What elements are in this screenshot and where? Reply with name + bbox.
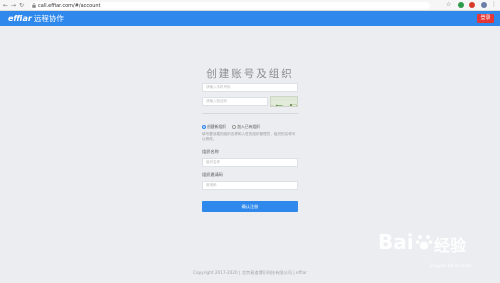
shield-extension-icon[interactable] bbox=[458, 2, 464, 8]
forward-icon[interactable]: → bbox=[11, 1, 16, 10]
radio-create-org[interactable]: 创建新组织 bbox=[202, 124, 226, 130]
back-icon[interactable]: ← bbox=[3, 1, 8, 10]
phone-input[interactable]: 请输入手机号码 bbox=[202, 83, 298, 92]
invite-code-label: 组织邀请码 bbox=[202, 172, 223, 177]
login-button[interactable]: 登录 bbox=[477, 13, 494, 23]
invite-code-placeholder: 邀请码 bbox=[206, 183, 217, 187]
profile-avatar-icon[interactable] bbox=[481, 2, 487, 8]
address-bar[interactable]: call.effiar.com/#/account bbox=[30, 1, 430, 10]
form-description: 填写要创建的组织名称和入驻的组织管理员，组织的名称可以修改。 bbox=[202, 132, 296, 142]
page-title: 创建账号及组织 bbox=[206, 68, 294, 80]
watermark-brand-cn: 经验 bbox=[434, 236, 467, 255]
logo[interactable]: effiar 远程协作 bbox=[8, 11, 64, 26]
logo-brand: effiar bbox=[8, 14, 32, 23]
invite-code-input[interactable]: 邀请码 bbox=[202, 181, 298, 190]
org-name-placeholder: 组织名称 bbox=[206, 160, 220, 164]
code-placeholder: 请输入验证码 bbox=[206, 99, 227, 103]
logo-subtitle: 远程协作 bbox=[33, 14, 64, 23]
submit-button[interactable]: 确认注册 bbox=[202, 201, 298, 212]
radio-join-label: 加入已有组织 bbox=[237, 124, 260, 129]
radio-create-label: 创建新组织 bbox=[207, 124, 226, 129]
phone-placeholder: 请输入手机号码 bbox=[206, 85, 231, 89]
org-name-label: 组织名称 bbox=[202, 149, 219, 154]
url-text: call.effiar.com/#/account bbox=[38, 2, 101, 9]
reload-icon[interactable]: ↻ bbox=[19, 1, 24, 10]
radio-checked-icon bbox=[202, 124, 206, 129]
lock-icon bbox=[32, 2, 36, 8]
radio-join-org[interactable]: 加入已有组织 bbox=[232, 124, 260, 130]
paw-icon bbox=[415, 233, 433, 255]
watermark-url: jingyan.baidu.com bbox=[430, 264, 472, 269]
captcha-image[interactable] bbox=[270, 96, 298, 107]
org-name-input[interactable]: 组织名称 bbox=[202, 158, 298, 167]
verification-code-input[interactable]: 请输入验证码 bbox=[202, 97, 268, 106]
menu-icon[interactable]: ⋮ bbox=[491, 2, 497, 8]
radio-unchecked-icon bbox=[232, 124, 237, 129]
watermark-brand: Bai bbox=[378, 230, 414, 254]
browser-toolbar: ← → ↻ call.effiar.com/#/account ☆ ⋮ bbox=[0, 0, 500, 11]
divider bbox=[202, 113, 298, 114]
org-mode-radio-group: 创建新组织 加入已有组织 bbox=[202, 124, 265, 130]
watermark: Bai 经验 jingyan.baidu.com bbox=[378, 228, 494, 272]
star-icon[interactable]: ☆ bbox=[446, 2, 452, 8]
extension-icon[interactable] bbox=[469, 2, 475, 8]
app-header: effiar 远程协作 登录 bbox=[0, 11, 500, 26]
